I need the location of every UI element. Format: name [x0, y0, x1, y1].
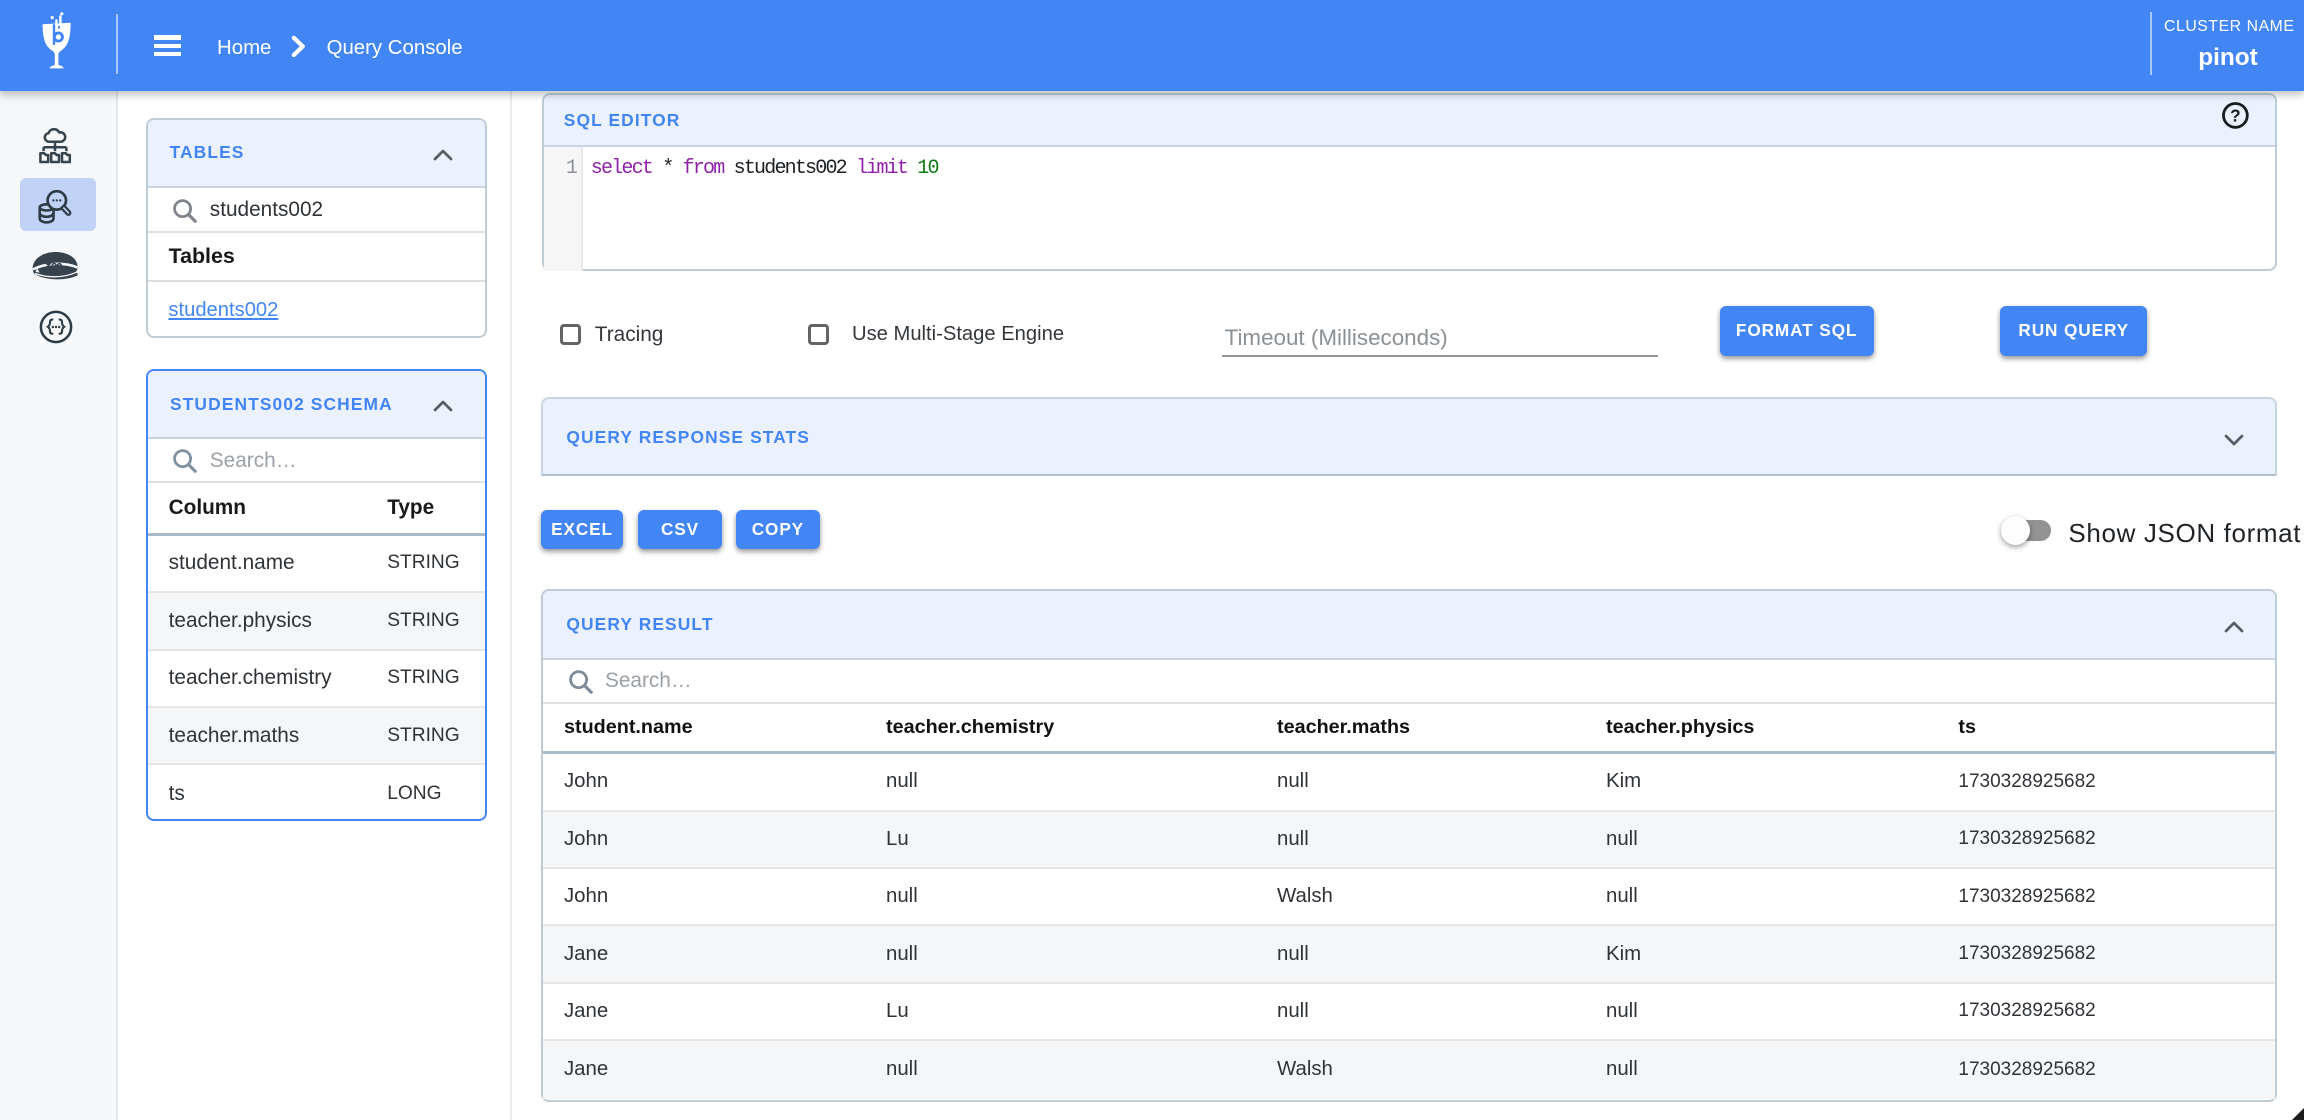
svg-text:?: ?: [2230, 106, 2241, 126]
